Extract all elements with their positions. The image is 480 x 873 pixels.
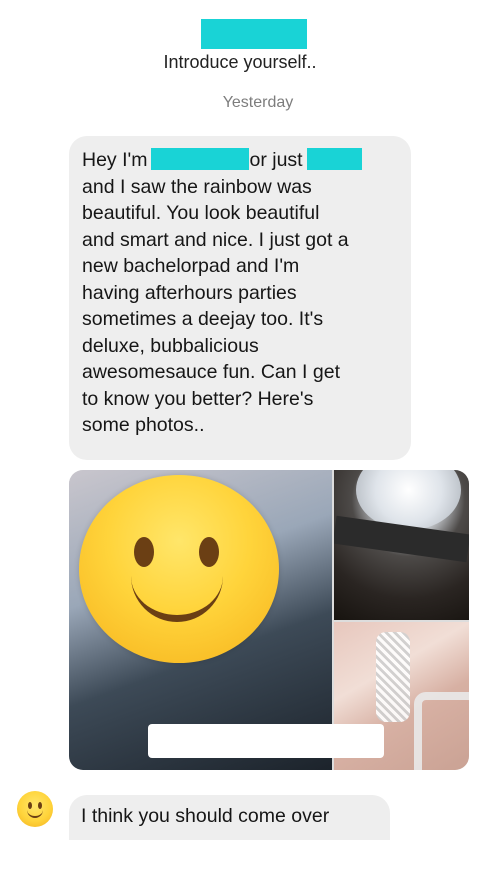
message-line: deluxe, bubbalicious (82, 334, 259, 357)
redacted-caption (148, 724, 384, 758)
message-text: I think you should come over (81, 805, 330, 827)
message-line: having afterhours parties (82, 281, 297, 304)
message-line: to know you better? Here's (82, 387, 314, 410)
message-line: sometimes a deejay too. It's (82, 308, 324, 330)
emoji-mouth (131, 567, 223, 622)
message-fragment: Hey I'm (82, 149, 148, 171)
chain-link-icon (414, 692, 469, 770)
avatar-mouth (27, 808, 43, 818)
message-line: awesomesauce fun. Can I get (82, 361, 340, 383)
redacted-name-block (201, 19, 307, 49)
message-line: Hey I'm or just (82, 147, 412, 174)
emoji-eye (134, 537, 154, 567)
message-line: and I saw the rainbow was (82, 175, 312, 198)
redacted-name-inline (151, 148, 250, 170)
pendant-icon (376, 632, 410, 722)
avatar[interactable] (17, 791, 53, 827)
message-line: some photos.. (82, 414, 205, 436)
message-timestamp: Yesterday (222, 94, 294, 111)
emoji-eye (199, 537, 219, 567)
message-line: beautiful. You look beautiful (82, 202, 320, 224)
message-line: new bachelorpad and I'm (82, 255, 300, 277)
message-text: Hey I'm or just and I saw the rainbow was… (82, 147, 412, 439)
message-fragment: or just (249, 149, 303, 171)
watch-photo[interactable] (334, 470, 469, 620)
slightly-smiling-face-icon (79, 475, 279, 663)
message-line: and smart and nice. I just got a (82, 228, 349, 251)
redacted-nickname-inline (306, 148, 362, 170)
conversation-title: Introduce yourself.. (163, 52, 317, 72)
